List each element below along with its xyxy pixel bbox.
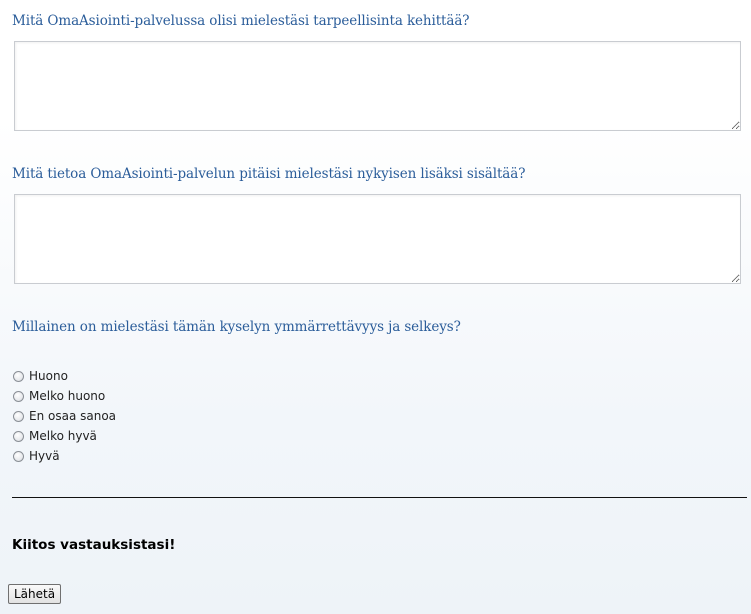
- radio-label: Huono: [29, 369, 68, 383]
- radio-button[interactable]: [13, 410, 24, 422]
- radio-option-en-osaa-sanoa[interactable]: En osaa sanoa: [13, 406, 116, 426]
- submit-button[interactable]: Lähetä: [8, 584, 62, 604]
- question-3-radio-group: Huono Melko huono En osaa sanoa Melko hy…: [13, 366, 116, 466]
- radio-option-melko-huono[interactable]: Melko huono: [13, 386, 116, 406]
- radio-option-hyva[interactable]: Hyvä: [13, 446, 116, 466]
- radio-label: Hyvä: [29, 449, 60, 463]
- question-1-label: Mitä OmaAsiointi-palvelussa olisi mieles…: [12, 13, 470, 29]
- radio-option-melko-hyva[interactable]: Melko hyvä: [13, 426, 116, 446]
- radio-label: En osaa sanoa: [29, 409, 117, 423]
- radio-label: Melko hyvä: [29, 429, 97, 443]
- radio-button[interactable]: [13, 370, 24, 382]
- thank-you-text: Kiitos vastauksistasi!: [12, 537, 176, 553]
- section-divider: [12, 497, 747, 498]
- question-2-label: Mitä tietoa OmaAsiointi-palvelun pitäisi…: [12, 166, 526, 182]
- radio-button[interactable]: [13, 430, 24, 442]
- question-2-textarea[interactable]: [14, 194, 741, 284]
- radio-button[interactable]: [13, 390, 24, 402]
- radio-label: Melko huono: [29, 389, 106, 403]
- question-3-label: Millainen on mielestäsi tämän kyselyn ym…: [12, 319, 461, 335]
- radio-button[interactable]: [13, 450, 24, 462]
- question-1-textarea[interactable]: [14, 41, 741, 131]
- radio-option-huono[interactable]: Huono: [13, 366, 116, 386]
